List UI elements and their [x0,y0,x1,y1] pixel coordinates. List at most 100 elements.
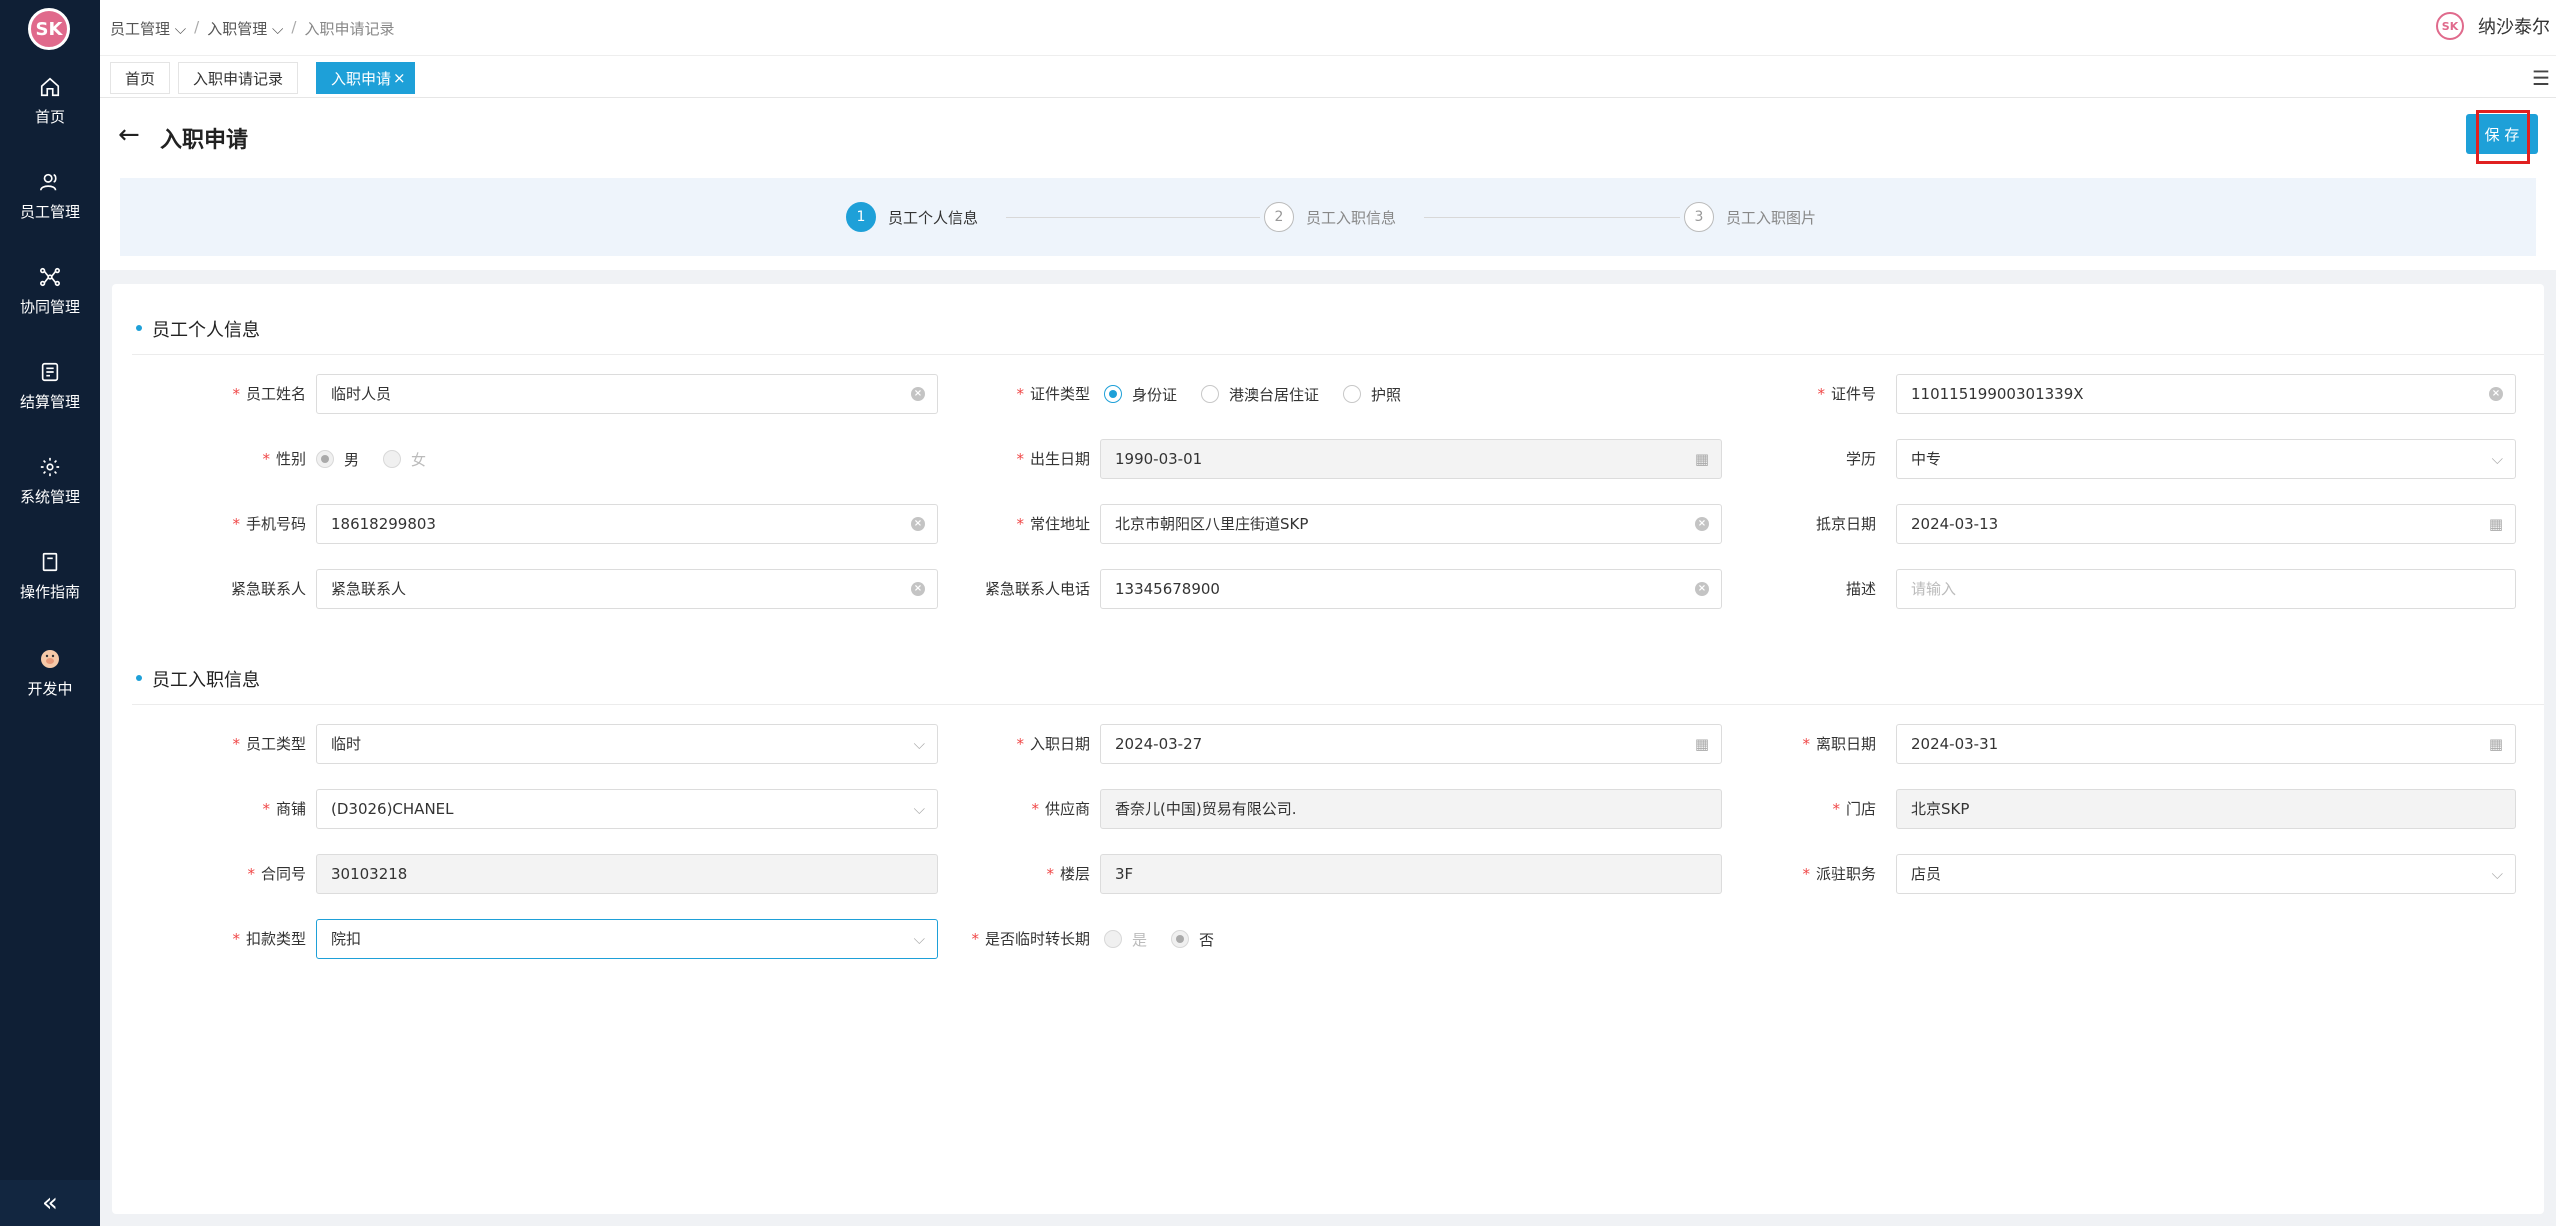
radio-hk-permit[interactable]: 港澳台居住证 [1201,384,1319,405]
app-logo: SK [28,8,70,50]
chevron-down-icon: ⌵ [2491,865,2503,883]
tab-onboard-records[interactable]: 入职申请记录 [178,62,299,94]
user-menu[interactable]: SK 纳沙泰尔 [2436,12,2550,40]
field-birth-date: * 出生日期 1990-03-01 ▦ [938,439,1738,479]
steps-bar: 1 员工个人信息 2 员工入职信息 3 员工入职图片 [120,178,2536,256]
chevron-down-icon: ⌵ [2491,450,2503,468]
sidebar-item-employee[interactable]: 员工管理 [0,157,100,247]
field-phone: * 手机号码 18618299803 × [112,504,938,544]
store-input[interactable]: 北京SKP [1896,789,2516,829]
supplier-input[interactable]: 香奈儿(中国)贸易有限公司. [1100,789,1722,829]
clear-icon[interactable]: × [1695,582,1709,596]
field-description: 描述 请输入 [1724,569,2544,609]
save-button[interactable]: 保 存 [2466,114,2538,154]
form-card: 员工个人信息 * 员工姓名 临时人员 × * 证件类型 身份证 港澳台居住证 护照 … [112,284,2544,1214]
emergency-contact-input[interactable]: 紧急联系人 × [316,569,938,609]
home-icon [40,77,60,97]
sidebar-item-label: 员工管理 [19,203,80,221]
arrive-date-input[interactable]: 2024-03-13 ▦ [1896,504,2516,544]
back-arrow-icon[interactable]: ← [118,120,140,150]
clear-icon[interactable]: × [911,517,925,531]
breadcrumb-item[interactable]: 入职管理 ⌵ [207,18,283,39]
sidebar-item-collab[interactable]: 协同管理 [0,252,100,342]
field-address: * 常住地址 北京市朝阳区八里庄街道SKP × [938,504,1738,544]
emergency-phone-input[interactable]: 13345678900 × [1100,569,1722,609]
leave-date-input[interactable]: 2024-03-31 ▦ [1896,724,2516,764]
field-floor: * 楼层 3F [938,854,1738,894]
step-job[interactable]: 2 员工入职信息 [1264,202,1396,232]
tab-home[interactable]: 首页 [110,62,171,94]
step-photos[interactable]: 3 员工入职图片 [1684,202,1816,232]
clear-icon[interactable]: × [2489,387,2503,401]
tab-onboard-apply[interactable]: 入职申请 × [316,62,415,94]
shop-select[interactable]: (D3026)CHANEL ⌵ [316,789,938,829]
calendar-icon: ▦ [2488,515,2503,533]
step-connector [1006,217,1260,218]
education-select[interactable]: 中专 ⌵ [1896,439,2516,479]
top-header: 员工管理 ⌵ / 入职管理 ⌵ / 入职申请记录 SK 纳沙泰尔 [100,0,2556,56]
field-supplier: * 供应商 香奈儿(中国)贸易有限公司. [938,789,1738,829]
sidebar-item-guide[interactable]: 操作指南 [0,537,100,627]
address-input[interactable]: 北京市朝阳区八里庄街道SKP × [1100,504,1722,544]
network-icon [40,267,60,287]
user-name: 纳沙泰尔 [2478,17,2550,38]
field-shop: * 商铺 (D3026)CHANEL ⌵ [112,789,938,829]
radio-id-card[interactable]: 身份证 [1104,384,1177,405]
divider [132,704,2544,705]
calendar-icon: ▦ [1694,735,1709,753]
field-emergency-contact: 紧急联系人 紧急联系人 × [112,569,938,609]
sidebar-item-label: 操作指南 [19,583,80,601]
sidebar-item-system[interactable]: 系统管理 [0,442,100,532]
description-input[interactable]: 请输入 [1896,569,2516,609]
users-icon [40,173,57,191]
sidebar-item-home[interactable]: 首页 [0,62,100,152]
breadcrumb-item[interactable]: 员工管理 ⌵ [110,18,186,39]
section-title-job: 员工入职信息 [136,666,260,692]
clear-icon[interactable]: × [911,387,925,401]
tab-bar: 首页 入职申请记录 入职申请 × ☰ [100,56,2556,98]
contract-input[interactable]: 30103218 [316,854,938,894]
field-deduct-type: * 扣款类型 院扣 ⌵ [112,919,938,959]
id-number-input[interactable]: 11011519900301339X × [1896,374,2516,414]
breadcrumb-item-current: 入职申请记录 [304,20,395,38]
pig-icon [41,650,59,668]
deduct-type-select[interactable]: 院扣 ⌵ [316,919,938,959]
chevron-down-icon: ⌵ [913,735,925,753]
radio-extend-yes[interactable]: 是 [1104,929,1147,950]
clear-icon[interactable]: × [1695,517,1709,531]
field-employee-type: * 员工类型 临时 ⌵ [112,724,938,764]
divider [132,354,2544,355]
field-extend: * 是否临时转长期 是 否 [938,919,1738,959]
radio-female[interactable]: 女 [383,449,426,470]
user-avatar: SK [2436,12,2464,40]
field-education: 学历 中专 ⌵ [1724,439,2544,479]
clear-icon[interactable]: × [911,582,925,596]
sidebar-item-label: 首页 [34,108,65,126]
employee-type-select[interactable]: 临时 ⌵ [316,724,938,764]
sidebar-collapse-button[interactable]: « [0,1180,100,1226]
field-employee-name: * 员工姓名 临时人员 × [112,374,938,414]
gender-radio-group: 男 女 [316,439,426,479]
radio-extend-no[interactable]: 否 [1171,929,1214,950]
post-select[interactable]: 店员 ⌵ [1896,854,2516,894]
employee-name-input[interactable]: 临时人员 × [316,374,938,414]
join-date-input[interactable]: 2024-03-27 ▦ [1100,724,1722,764]
close-icon[interactable]: × [393,69,406,87]
book-icon [42,552,58,572]
menu-icon[interactable]: ☰ [2532,66,2550,90]
field-post: * 派驻职务 店员 ⌵ [1724,854,2544,894]
breadcrumb-separator: / [194,18,200,36]
field-emergency-phone: 紧急联系人电话 13345678900 × [938,569,1738,609]
step-personal[interactable]: 1 员工个人信息 [846,202,978,232]
step-connector [1424,217,1680,218]
sidebar-item-settlement[interactable]: 结算管理 [0,347,100,437]
phone-input[interactable]: 18618299803 × [316,504,938,544]
sidebar-item-label: 协同管理 [19,298,80,316]
chevron-down-icon: ⌵ [913,930,925,948]
sidebar-item-dev[interactable]: 开发中 [0,632,100,722]
radio-male[interactable]: 男 [316,449,359,470]
radio-passport[interactable]: 护照 [1343,384,1401,405]
birth-date-input[interactable]: 1990-03-01 ▦ [1100,439,1722,479]
floor-input[interactable]: 3F [1100,854,1722,894]
page-title: 入职申请 [160,128,249,153]
